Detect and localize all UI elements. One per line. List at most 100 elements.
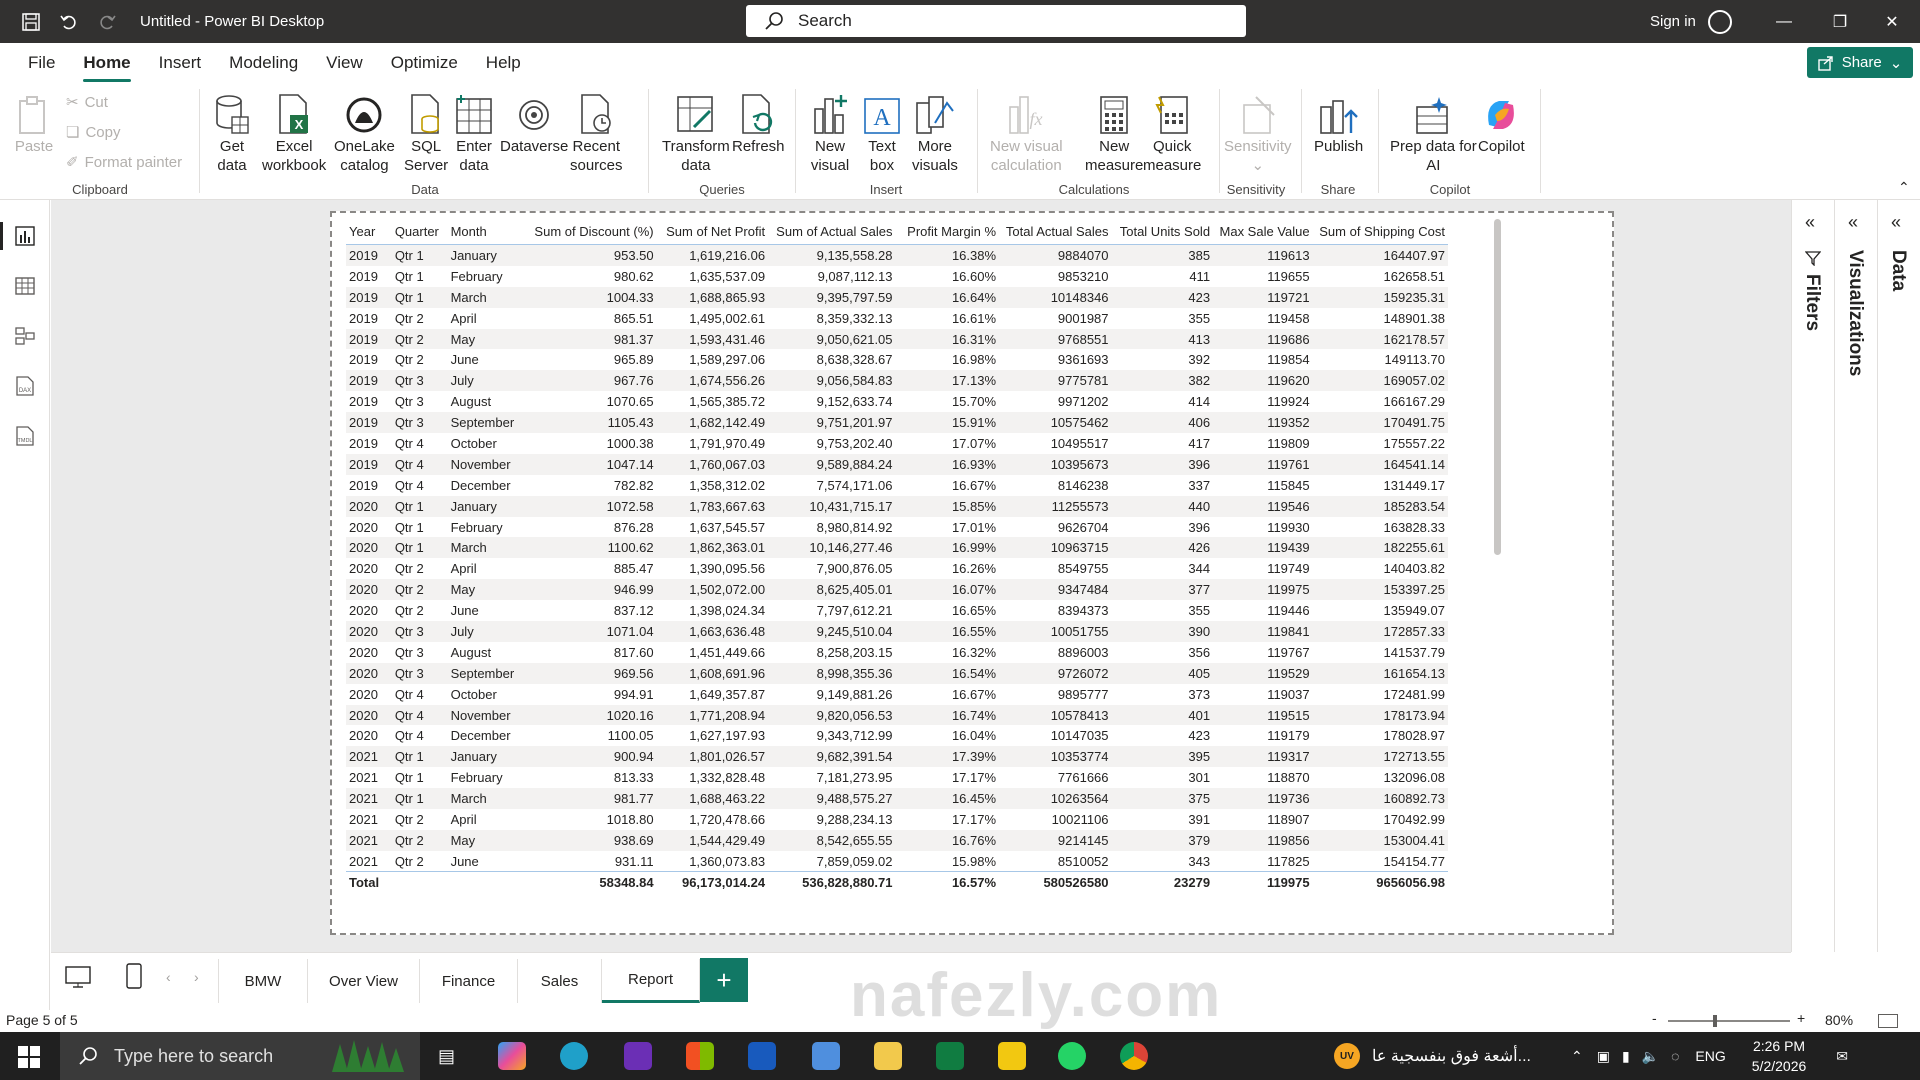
tab-optimize[interactable]: Optimize [391, 47, 458, 79]
zoom-slider-thumb[interactable] [1713, 1015, 1717, 1027]
page-tab-over-view[interactable]: Over View [308, 959, 420, 1003]
column-header[interactable]: Sum of Actual Sales [768, 224, 895, 239]
word-icon[interactable] [748, 1042, 776, 1070]
table-row[interactable]: 2020 Qtr 3 July 1071.04 1,663,636.48 9,245,51… [346, 621, 1448, 642]
notifications-icon[interactable]: ✉ [1836, 1048, 1848, 1065]
save-icon[interactable] [20, 11, 42, 33]
mobile-layout-icon[interactable] [126, 963, 142, 994]
paste-button[interactable]: Paste [14, 91, 54, 156]
expand-data-icon[interactable]: « [1891, 212, 1901, 233]
microsoft-store-icon[interactable] [686, 1042, 714, 1070]
prep-data-for-ai-button[interactable]: Prep data for AI [1390, 91, 1477, 175]
column-header[interactable]: Year [346, 224, 392, 239]
quick-measure-button[interactable]: Quick measure [1143, 91, 1201, 175]
table-view-icon[interactable] [12, 273, 38, 299]
share-button[interactable]: Share ⌄ [1807, 47, 1913, 78]
copilot-button[interactable]: Copilot [1478, 91, 1525, 156]
tab-modeling[interactable]: Modeling [229, 47, 298, 79]
table-row[interactable]: 2020 Qtr 3 August 817.60 1,451,449.66 8,258,2… [346, 642, 1448, 663]
wifi-icon[interactable]: ◌ [1671, 1048, 1679, 1064]
sign-in-button[interactable]: Sign in [1650, 0, 1732, 43]
column-header[interactable]: Total Units Sold [1112, 224, 1214, 239]
column-header[interactable]: Max Sale Value [1213, 224, 1313, 239]
excel-workbook-button[interactable]: X Excel workbook [262, 91, 326, 175]
column-header[interactable]: Quarter [392, 224, 448, 239]
table-row[interactable]: 2019 Qtr 2 April 865.51 1,495,002.61 8,359,33… [346, 308, 1448, 329]
filters-pane[interactable]: « Filters [1791, 200, 1834, 952]
undo-icon[interactable] [58, 11, 80, 33]
table-row[interactable]: 2021 Qtr 2 April 1018.80 1,720,478.66 9,288,2… [346, 809, 1448, 830]
whatsapp-icon[interactable] [1058, 1042, 1086, 1070]
matrix-table[interactable]: Year Quarter Month Sum of Discount (%) S… [346, 219, 1448, 893]
task-view-icon[interactable]: ▤ [438, 1046, 455, 1067]
table-row[interactable]: 2020 Qtr 1 March 1100.62 1,862,363.01 10,146,… [346, 537, 1448, 559]
table-row[interactable]: 2021 Qtr 2 May 938.69 1,544,429.49 8,542,655.… [346, 829, 1448, 851]
table-row[interactable]: 2019 Qtr 3 August 1070.65 1,565,385.72 9,152,… [346, 391, 1448, 412]
get-data-button[interactable]: Get data [212, 91, 252, 175]
collapse-ribbon-icon[interactable]: ⌃ [1898, 179, 1910, 196]
close-button[interactable]: ✕ [1864, 0, 1920, 43]
table-row[interactable]: 2020 Qtr 2 June 837.12 1,398,024.34 7,797,612… [346, 600, 1448, 621]
dax-query-view-icon[interactable]: DAX [12, 373, 38, 399]
table-row[interactable]: 2020 Qtr 1 January 1072.58 1,783,667.63 10,43… [346, 495, 1448, 517]
prev-page-icon[interactable]: ‹ [166, 969, 171, 985]
page-tab-report[interactable]: Report [602, 959, 700, 1003]
taskbar-search-box[interactable]: Type here to search [60, 1032, 420, 1080]
column-header[interactable]: Sum of Discount (%) [525, 224, 656, 239]
edge-browser-icon[interactable] [560, 1042, 588, 1070]
page-tab-sales[interactable]: Sales [518, 959, 602, 1003]
zoom-out-button[interactable]: - [1652, 1010, 1657, 1026]
tmdl-view-icon[interactable]: TMDL [12, 423, 38, 449]
tab-file[interactable]: File [28, 47, 55, 79]
column-header[interactable]: Total Actual Sales [999, 224, 1111, 239]
zoom-slider[interactable] [1668, 1020, 1790, 1022]
more-visuals-button[interactable]: More visuals [912, 91, 958, 175]
model-view-icon[interactable] [12, 323, 38, 349]
enter-data-button[interactable]: Enter data [454, 91, 494, 175]
add-page-button[interactable]: + [700, 958, 748, 1002]
transform-data-button[interactable]: Transform data [662, 91, 730, 175]
publish-button[interactable]: Publish [1314, 91, 1363, 156]
copilot-taskbar-icon[interactable] [498, 1042, 526, 1070]
new-visual-calculation-button[interactable]: fx New visual calculation [990, 91, 1063, 175]
search-input[interactable]: Search [746, 5, 1246, 37]
column-header[interactable]: Sum of Shipping Cost [1313, 224, 1448, 239]
weather-notification[interactable]: أشعة فوق بنفسجية عا... [1372, 1046, 1531, 1066]
expand-filters-icon[interactable]: « [1805, 212, 1815, 233]
battery-icon[interactable]: ▮ [1622, 1048, 1630, 1065]
show-hidden-icons-icon[interactable]: ⌃ [1571, 1048, 1583, 1065]
column-header[interactable]: Profit Margin % [896, 224, 1000, 239]
files-app-icon[interactable] [812, 1042, 840, 1070]
table-row[interactable]: 2019 Qtr 1 February 980.62 1,635,537.09 9,087… [346, 266, 1448, 287]
data-pane[interactable]: « Data [1877, 200, 1920, 952]
tab-home[interactable]: Home [83, 47, 131, 82]
table-row[interactable]: 2019 Qtr 1 January 953.50 1,619,216.06 9,135,… [346, 245, 1448, 266]
table-row[interactable]: 2021 Qtr 2 June 931.11 1,360,073.83 7,859,059… [346, 851, 1448, 871]
table-row[interactable]: 2020 Qtr 4 October 994.91 1,649,357.87 9,149,… [346, 684, 1448, 705]
table-row[interactable]: 2020 Qtr 2 April 885.47 1,390,095.56 7,900,87… [346, 558, 1448, 579]
table-row[interactable]: 2020 Qtr 1 February 876.28 1,637,545.57 8,980… [346, 517, 1448, 538]
next-page-icon[interactable]: › [194, 969, 199, 985]
text-box-button[interactable]: A Text box [862, 91, 902, 175]
table-row[interactable]: 2021 Qtr 1 March 981.77 1,688,463.22 9,488,57… [346, 788, 1448, 810]
copy-button[interactable]: ❏ Copy [66, 123, 120, 142]
sql-server-button[interactable]: SQL Server [404, 91, 448, 175]
format-painter-button[interactable]: ✐ Format painter [66, 153, 182, 172]
file-explorer-icon[interactable] [874, 1042, 902, 1070]
page-tab-bmw[interactable]: BMW [218, 959, 308, 1003]
excel-taskbar-icon[interactable] [936, 1042, 964, 1070]
uv-weather-icon[interactable]: UV [1334, 1043, 1360, 1069]
visualizations-pane[interactable]: « Visualizations [1834, 200, 1877, 952]
restore-button[interactable]: ❐ [1812, 0, 1868, 43]
table-row[interactable]: 2019 Qtr 4 November 1047.14 1,760,067.03 9,58… [346, 453, 1448, 475]
fit-to-page-icon[interactable] [1878, 1014, 1898, 1028]
minimize-button[interactable]: — [1756, 0, 1812, 43]
table-row[interactable]: 2019 Qtr 3 September 1105.43 1,682,142.49 9,7… [346, 412, 1448, 434]
desktop-layout-icon[interactable] [65, 965, 91, 994]
page-tab-finance[interactable]: Finance [420, 959, 518, 1003]
table-row[interactable]: 2020 Qtr 2 May 946.99 1,502,072.00 8,625,405.… [346, 579, 1448, 601]
recent-sources-button[interactable]: Recent sources [570, 91, 623, 175]
table-row[interactable]: 2019 Qtr 3 July 967.76 1,674,556.26 9,056,584… [346, 370, 1448, 392]
refresh-button[interactable]: Refresh [732, 91, 785, 156]
table-row[interactable]: 2020 Qtr 4 November 1020.16 1,771,208.94 9,82… [346, 704, 1448, 726]
